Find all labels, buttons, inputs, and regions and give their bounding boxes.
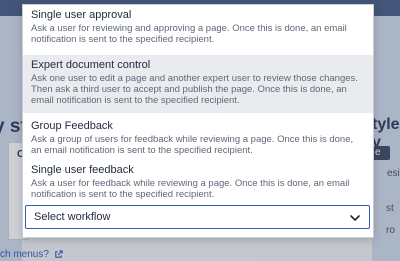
chevron-down-icon (350, 215, 360, 221)
option-title: Single user approval (31, 9, 132, 21)
option-description: Ask one user to edit a page and another … (31, 73, 358, 106)
option-single-user-approval[interactable]: Single user approval Ask a user for revi… (23, 5, 373, 52)
option-description: Ask a user for reviewing and approving a… (31, 23, 347, 45)
option-description: Ask a user for feedback while reviewing … (31, 178, 350, 200)
option-description: Ask a group of users for feedback while … (31, 134, 354, 156)
option-title: Single user feedback (31, 164, 134, 176)
option-title: Expert document control (31, 59, 151, 71)
option-title: Group Feedback (31, 120, 113, 132)
option-expert-document-control[interactable]: Expert document control Ask one user to … (23, 55, 373, 113)
workflow-select-value: Select workflow (34, 211, 111, 223)
workflow-dropdown-menu: Single user approval Ask a user for revi… (22, 4, 374, 238)
option-group-feedback[interactable]: Group Feedback Ask a group of users for … (23, 116, 373, 162)
option-single-user-feedback[interactable]: Single user feedback Ask a user for feed… (23, 160, 373, 206)
workflow-select[interactable]: Select workflow (25, 205, 370, 229)
